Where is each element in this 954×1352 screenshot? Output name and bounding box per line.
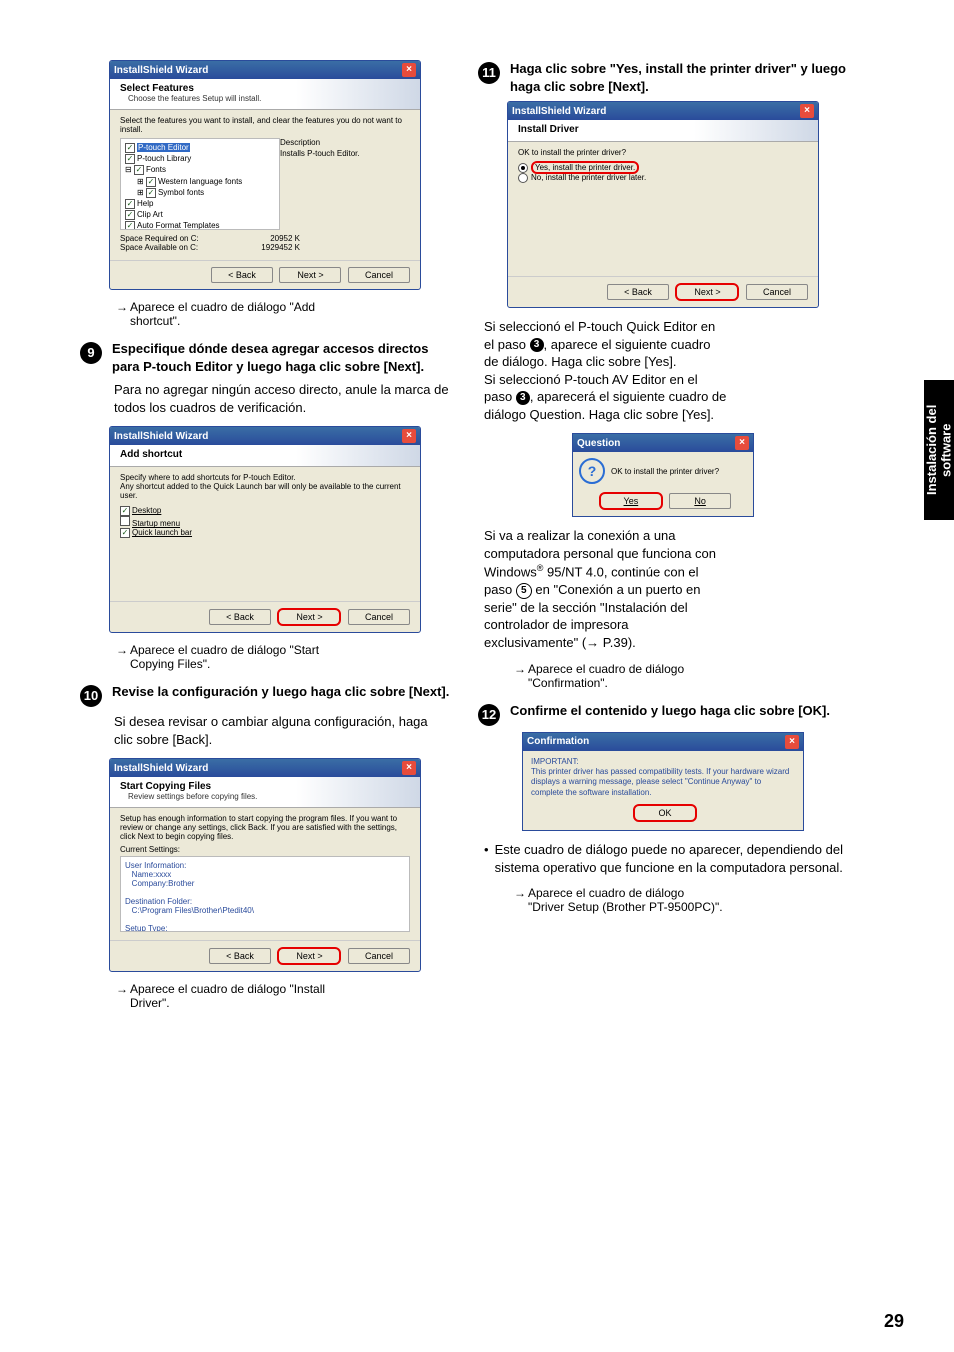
dialog-subtitle: Choose the features Setup will install. <box>128 94 410 103</box>
checkbox-desktop[interactable]: Desktop <box>120 506 410 516</box>
result-text: →Aparece el cuadro de diálogo "Add short… <box>116 300 450 328</box>
step-number-icon: 11 <box>478 62 500 84</box>
result-text: →Aparece el cuadro de diálogo "Confirmat… <box>514 662 848 690</box>
cancel-button[interactable]: Cancel <box>746 284 808 300</box>
step-number-icon: 9 <box>80 342 102 364</box>
step-number-icon: 12 <box>478 704 500 726</box>
step-description: Si desea revisar o cambiar alguna config… <box>114 713 450 748</box>
dialog-question: OK to install the printer driver? <box>518 148 808 157</box>
side-tab: Instalación del software <box>924 380 954 520</box>
cancel-button[interactable]: Cancel <box>348 609 410 625</box>
step-11: 11 Haga clic sobre "Yes, install the pri… <box>478 60 848 95</box>
step-title: Especifique dónde desea agregar accesos … <box>112 341 428 374</box>
window-title: Confirmation <box>527 736 589 747</box>
close-icon[interactable]: × <box>735 436 749 450</box>
result-text: →Aparece el cuadro de diálogo "Driver Se… <box>514 886 848 914</box>
step-12: 12 Confirme el contenido y luego haga cl… <box>478 702 848 726</box>
window-title: Question <box>577 438 620 449</box>
screenshot-install-driver: InstallShield Wizard × Install Driver OK… <box>507 101 819 308</box>
checkbox-quicklaunch[interactable]: Quick launch bar <box>120 528 410 538</box>
window-title: InstallShield Wizard <box>114 431 208 442</box>
back-button[interactable]: < Back <box>209 609 271 625</box>
step-title: Haga clic sobre "Yes, install the printe… <box>510 61 846 94</box>
next-button[interactable]: Next > <box>279 267 341 283</box>
back-button[interactable]: < Back <box>211 267 273 283</box>
step-description: Para no agregar ningún acceso directo, a… <box>114 381 450 416</box>
feature-tree[interactable]: P-touch Editor P-touch Library ⊟ Fonts ⊞… <box>120 138 280 230</box>
page-number: 29 <box>884 1311 904 1332</box>
ok-button[interactable]: OK <box>633 804 697 822</box>
dialog-subtitle: Review settings before copying files. <box>128 792 410 801</box>
close-icon[interactable]: × <box>402 761 416 775</box>
back-button[interactable]: < Back <box>209 948 271 964</box>
step-ref-icon: 3 <box>530 338 544 352</box>
step-title: Confirme el contenido y luego haga clic … <box>510 703 830 718</box>
paragraph: Si seleccionó el P-touch Quick Editor en… <box>484 318 848 423</box>
step-ref-icon: 3 <box>516 391 530 405</box>
cancel-button[interactable]: Cancel <box>348 267 410 283</box>
screenshot-start-copying: InstallShield Wizard × Start Copying Fil… <box>109 758 421 972</box>
screenshot-select-features: InstallShield Wizard × Select Features C… <box>109 60 421 290</box>
window-title: InstallShield Wizard <box>114 763 208 774</box>
screenshot-add-shortcut: InstallShield Wizard × Add shortcut Spec… <box>109 426 421 633</box>
step-title: Revise la configuración y luego haga cli… <box>112 684 449 699</box>
screenshot-question: Question × ? OK to install the printer d… <box>572 433 754 517</box>
bullet-note: • Este cuadro de diálogo puede no aparec… <box>484 841 848 876</box>
step-number-icon: 10 <box>80 685 102 707</box>
close-icon[interactable]: × <box>785 735 799 749</box>
step-ref-circle-icon: 5 <box>516 583 532 599</box>
dialog-instruction: Setup has enough information to start co… <box>120 814 410 841</box>
question-text: OK to install the printer driver? <box>611 467 719 476</box>
next-button[interactable]: Next > <box>277 608 341 626</box>
yes-button[interactable]: Yes <box>599 492 663 510</box>
back-button[interactable]: < Back <box>607 284 669 300</box>
no-button[interactable]: No <box>669 493 731 509</box>
close-icon[interactable]: × <box>402 63 416 77</box>
question-icon: ? <box>579 458 605 484</box>
dialog-instruction: Select the features you want to install,… <box>120 116 410 134</box>
paragraph: Si va a realizar la conexión a una compu… <box>484 527 848 651</box>
dialog-title: Start Copying Files <box>120 781 410 792</box>
result-text: →Aparece el cuadro de diálogo "Install D… <box>116 982 450 1010</box>
next-button[interactable]: Next > <box>277 947 341 965</box>
window-title: InstallShield Wizard <box>512 106 606 117</box>
window-title: InstallShield Wizard <box>114 65 208 76</box>
window-titlebar: InstallShield Wizard × <box>110 61 420 79</box>
checkbox-startup[interactable]: Startup menu <box>120 516 410 528</box>
screenshot-confirmation: Confirmation × IMPORTANT: This printer d… <box>522 732 804 832</box>
result-text: →Aparece el cuadro de diálogo "Start Cop… <box>116 643 450 671</box>
cancel-button[interactable]: Cancel <box>348 948 410 964</box>
description-label: Description <box>280 138 410 147</box>
current-settings-label: Current Settings: <box>120 845 410 854</box>
settings-box[interactable]: User Information: Name:xxxx Company:Brot… <box>120 856 410 932</box>
radio-yes[interactable]: Yes, install the printer driver. <box>518 163 808 173</box>
radio-no[interactable]: No, install the printer driver later. <box>518 173 808 183</box>
dialog-title: Select Features <box>120 83 410 94</box>
side-tab-label: Instalación del software <box>925 380 954 520</box>
description-text: Installs P-touch Editor. <box>280 149 410 158</box>
step-10: 10 Revise la configuración y luego haga … <box>80 683 450 707</box>
next-button[interactable]: Next > <box>675 283 739 301</box>
step-9: 9 Especifique dónde desea agregar acceso… <box>80 340 450 375</box>
close-icon[interactable]: × <box>402 429 416 443</box>
close-icon[interactable]: × <box>800 104 814 118</box>
dialog-title: Install Driver <box>518 124 808 135</box>
dialog-title: Add shortcut <box>120 449 410 460</box>
